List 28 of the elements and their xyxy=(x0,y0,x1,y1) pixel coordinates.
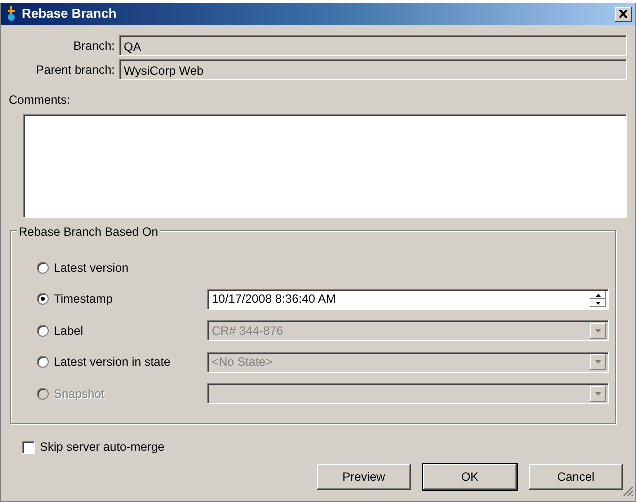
close-icon xyxy=(619,10,628,18)
option-label[interactable]: Latest version in state xyxy=(54,353,171,371)
radio-button[interactable] xyxy=(37,262,49,274)
window-title: Rebase Branch xyxy=(22,5,118,24)
dialog-button[interactable]: Preview xyxy=(317,464,411,490)
read-only-field[interactable]: QA xyxy=(119,35,627,56)
option-label[interactable]: Timestamp xyxy=(54,290,113,308)
date-time-field[interactable]: 10/17/2008 8:36:40 AM xyxy=(207,288,609,310)
app-icon xyxy=(7,6,16,22)
field-label: Branch: xyxy=(72,38,115,54)
radio-button[interactable] xyxy=(37,293,49,305)
checkbox-label[interactable]: Skip server auto-merge xyxy=(40,438,165,456)
field-value: <No State> xyxy=(212,354,273,371)
field-value: CR# 344-876 xyxy=(212,322,284,340)
spin-buttons[interactable] xyxy=(590,291,606,307)
radio-button[interactable] xyxy=(37,324,49,336)
option-label[interactable]: Latest version xyxy=(54,258,129,276)
option-label[interactable]: Label xyxy=(54,322,84,340)
dialog-button[interactable]: OK xyxy=(423,464,517,490)
comments-label: Comments: xyxy=(9,92,70,109)
field-value: 10/17/2008 8:36:40 AM xyxy=(212,291,336,308)
comments-field[interactable] xyxy=(23,114,627,218)
close-button[interactable] xyxy=(615,6,632,22)
read-only-field[interactable]: WysiCorp Web xyxy=(119,59,627,80)
checkbox[interactable] xyxy=(22,440,35,454)
field-label: Parent branch: xyxy=(35,62,115,78)
radio-button[interactable] xyxy=(37,356,49,368)
dialog-button[interactable]: Cancel xyxy=(529,464,623,490)
